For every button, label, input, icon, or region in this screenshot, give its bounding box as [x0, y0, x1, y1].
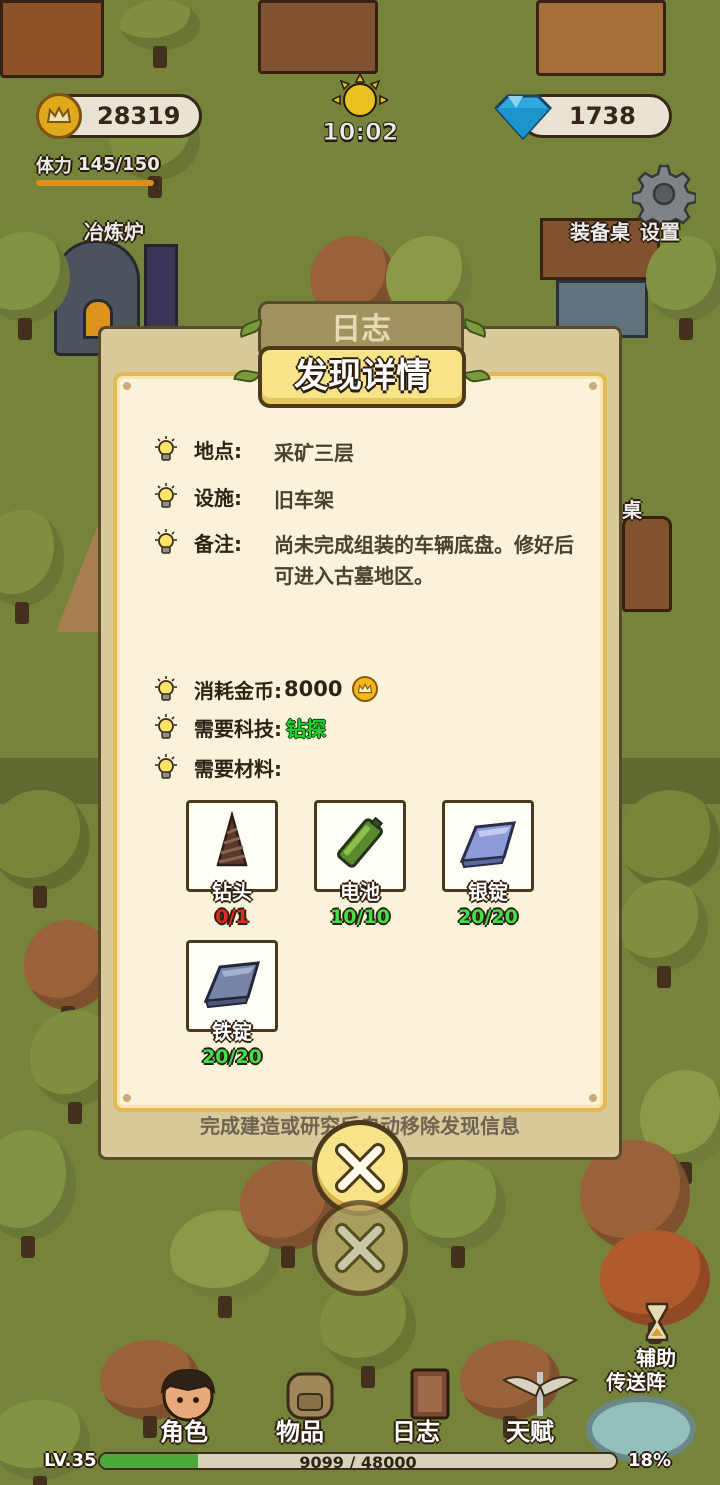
materials-row: 需要材料:	[152, 752, 282, 782]
battery-icon	[337, 816, 384, 868]
tech-value: 钻探	[286, 716, 326, 741]
lightbulb-icon	[155, 529, 177, 554]
nav-journal[interactable]: 日志	[388, 1366, 468, 1446]
nav-items-label: 物品	[276, 1418, 324, 1446]
material-count: 20/20	[458, 906, 518, 928]
material-count: 10/10	[330, 906, 390, 928]
cost-value: 8000	[284, 677, 343, 701]
material-name: 银锭	[468, 880, 508, 904]
location-row: 地点: 采矿三层	[152, 434, 354, 465]
nav-character-label: 角色	[160, 1418, 208, 1446]
nav-journal-label: 日志	[392, 1418, 440, 1446]
close-icon	[335, 1223, 385, 1273]
xp-bar: 9099 / 48000	[98, 1452, 618, 1470]
note-value: 尚未完成组装的车辆底盘。修好后可进入古墓地区。	[274, 533, 574, 588]
materials-label: 需要材料:	[194, 756, 282, 781]
cost-label: 消耗金币:	[194, 678, 282, 703]
nav-talent[interactable]: 天赋	[500, 1366, 580, 1446]
lightbulb-icon	[155, 483, 177, 508]
material-count: 0/1	[215, 906, 249, 928]
level-label: LV.35	[44, 1450, 97, 1471]
nav-items[interactable]: 物品	[270, 1366, 350, 1446]
lightbulb-icon	[155, 754, 177, 779]
cost-row: 消耗金币: 8000	[152, 674, 379, 704]
material-slot-silver-ingot[interactable]: 银锭 20/20	[442, 800, 534, 928]
material-slot-battery[interactable]: 电池 10/10	[314, 800, 406, 928]
iron-ingot-icon	[203, 961, 261, 1009]
note-label: 备注:	[194, 531, 242, 556]
teleport-label[interactable]: 传送阵	[606, 1366, 666, 1395]
facility-label: 设施:	[194, 485, 242, 510]
nav-talent-label: 天赋	[506, 1418, 554, 1446]
tech-row: 需要科技: 钻探	[152, 712, 326, 742]
gold-coin-icon	[352, 676, 379, 702]
facility-value: 旧车架	[274, 488, 334, 512]
material-name: 铁锭	[212, 1020, 252, 1044]
tech-label: 需要科技:	[194, 716, 282, 741]
drill-bit-icon	[216, 811, 248, 867]
modal-title: 发现详情	[258, 346, 466, 408]
material-name: 钻头	[212, 880, 252, 904]
xp-text: 9099 / 48000	[299, 1453, 417, 1470]
close-button-secondary[interactable]	[312, 1200, 408, 1296]
location-label: 地点:	[194, 438, 242, 463]
silver-ingot-icon	[459, 821, 517, 869]
facility-row: 设施: 旧车架	[152, 481, 334, 512]
hourglass-icon	[644, 1302, 670, 1346]
close-icon	[335, 1143, 385, 1193]
material-name: 电池	[340, 880, 380, 904]
location-value: 采矿三层	[274, 441, 354, 465]
lightbulb-icon	[155, 714, 177, 739]
material-slot-drill-bit[interactable]: 钻头 0/1	[186, 800, 278, 928]
material-count: 20/20	[202, 1046, 262, 1068]
material-slot-iron-ingot[interactable]: 铁锭 20/20	[186, 940, 278, 1068]
teleport-progress-percent: 18%	[628, 1450, 672, 1471]
lightbulb-icon	[155, 436, 177, 461]
note-row: 备注:	[152, 527, 242, 557]
nav-character[interactable]: 角色	[148, 1366, 228, 1446]
lightbulb-icon	[155, 676, 177, 701]
